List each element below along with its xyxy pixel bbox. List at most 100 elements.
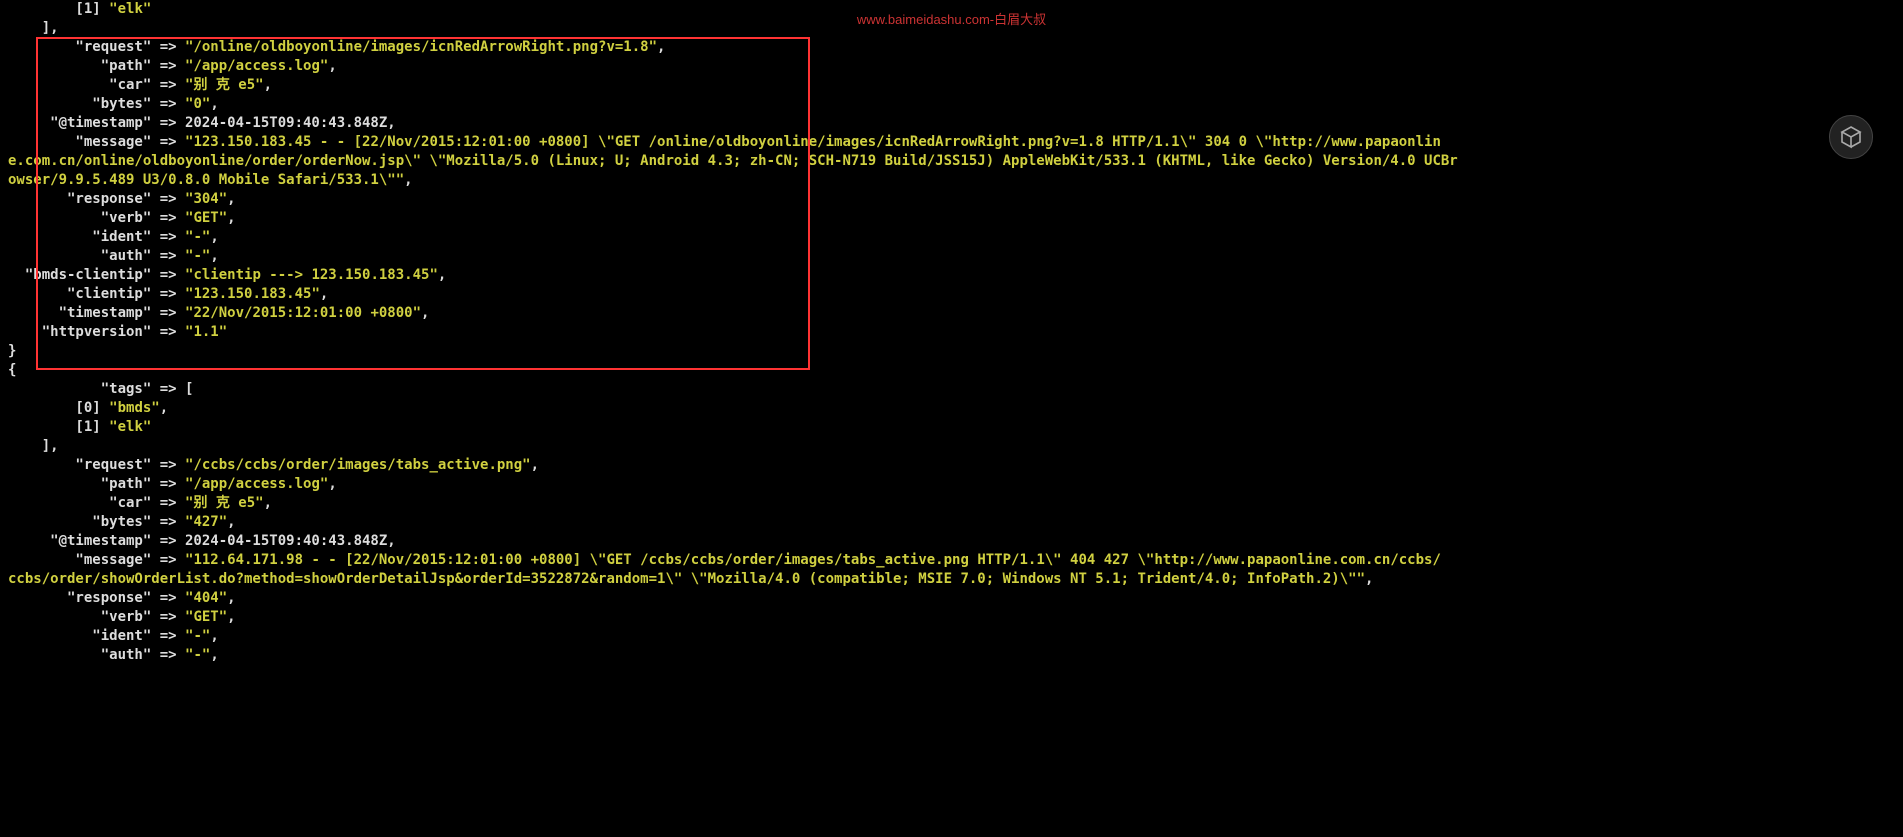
text-segment: "别 克 e5" <box>185 77 264 93</box>
cube-icon[interactable] <box>1829 115 1873 159</box>
text-segment: "GET" <box>185 210 227 226</box>
text-segment: , <box>1365 571 1373 587</box>
text-segment: owser/9.9.5.489 U3/0.8.0 Mobile Safari/5… <box>8 172 404 188</box>
terminal-line: "car" => "别 克 e5", <box>8 494 1895 513</box>
terminal-output: [1] "elk" ], "request" => "/online/oldbo… <box>0 0 1903 665</box>
text-segment: "tags" => [ <box>8 381 193 397</box>
text-segment: , <box>227 514 235 530</box>
text-segment: { <box>8 362 16 378</box>
text-segment: "/ccbs/ccbs/order/images/tabs_active.png… <box>185 457 531 473</box>
text-segment: "-" <box>185 647 210 663</box>
terminal-line: "@timestamp" => 2024-04-15T09:40:43.848Z… <box>8 532 1895 551</box>
terminal-line: "ident" => "-", <box>8 228 1895 247</box>
text-segment: "/app/access.log" <box>185 476 328 492</box>
text-segment: "/app/access.log" <box>185 58 328 74</box>
text-segment: "bmds-clientip" => <box>8 267 185 283</box>
terminal-line: "request" => "/ccbs/ccbs/order/images/ta… <box>8 456 1895 475</box>
text-segment: "message" => <box>8 134 185 150</box>
text-segment: "clientip ---> 123.150.183.45" <box>185 267 438 283</box>
text-segment: "1.1" <box>185 324 227 340</box>
terminal-line: "auth" => "-", <box>8 247 1895 266</box>
text-segment: , <box>227 590 235 606</box>
terminal-line: { <box>8 361 1895 380</box>
terminal-line: ccbs/order/showOrderList.do?method=showO… <box>8 570 1895 589</box>
text-segment: "-" <box>185 248 210 264</box>
terminal-line: "verb" => "GET", <box>8 608 1895 627</box>
text-segment: "别 克 e5" <box>185 495 264 511</box>
terminal-line: "request" => "/online/oldboyonline/image… <box>8 38 1895 57</box>
text-segment: "-" <box>185 628 210 644</box>
text-segment: "message" => <box>8 552 185 568</box>
text-segment: "car" => <box>8 77 185 93</box>
text-segment: "/online/oldboyonline/images/icnRedArrow… <box>185 39 657 55</box>
terminal-line: "response" => "404", <box>8 589 1895 608</box>
text-segment: "elk" <box>109 1 151 17</box>
text-segment: ccbs/order/showOrderList.do?method=showO… <box>8 571 1365 587</box>
text-segment: "304" <box>185 191 227 207</box>
text-segment: "verb" => <box>8 210 185 226</box>
text-segment: "-" <box>185 229 210 245</box>
text-segment: , <box>531 457 539 473</box>
text-segment: "timestamp" => <box>8 305 185 321</box>
text-segment: "response" => <box>8 191 185 207</box>
text-segment: "path" => <box>8 476 185 492</box>
text-segment: , <box>227 210 235 226</box>
text-segment: "request" => <box>8 39 185 55</box>
text-segment: , <box>160 400 168 416</box>
text-segment: "response" => <box>8 590 185 606</box>
terminal-line: "car" => "别 克 e5", <box>8 76 1895 95</box>
text-segment: "path" => <box>8 58 185 74</box>
text-segment: , <box>210 647 218 663</box>
text-segment: "22/Nov/2015:12:01:00 +0800" <box>185 305 421 321</box>
terminal-line: "clientip" => "123.150.183.45", <box>8 285 1895 304</box>
terminal-line: "bytes" => "427", <box>8 513 1895 532</box>
text-segment: , <box>421 305 429 321</box>
text-segment: , <box>210 248 218 264</box>
text-segment: "auth" => <box>8 647 185 663</box>
text-segment: "elk" <box>109 419 151 435</box>
text-segment: , <box>264 77 272 93</box>
text-segment: "404" <box>185 590 227 606</box>
text-segment: ], <box>8 20 59 36</box>
terminal-line: "bmds-clientip" => "clientip ---> 123.15… <box>8 266 1895 285</box>
text-segment: "bmds" <box>109 400 160 416</box>
text-segment: "ident" => <box>8 628 185 644</box>
terminal-line: [1] "elk" <box>8 418 1895 437</box>
terminal-line: "ident" => "-", <box>8 627 1895 646</box>
terminal-line: [0] "bmds", <box>8 399 1895 418</box>
text-segment: "httpversion" => <box>8 324 185 340</box>
text-segment: , <box>320 286 328 302</box>
terminal-line: "httpversion" => "1.1" <box>8 323 1895 342</box>
text-segment: "ident" => <box>8 229 185 245</box>
text-segment: , <box>210 229 218 245</box>
text-segment: [1] <box>8 1 109 17</box>
text-segment: "auth" => <box>8 248 185 264</box>
text-segment: , <box>227 609 235 625</box>
text-segment: ], <box>8 438 59 454</box>
text-segment: "427" <box>185 514 227 530</box>
terminal-line: "tags" => [ <box>8 380 1895 399</box>
text-segment: , <box>328 58 336 74</box>
text-segment: , <box>657 39 665 55</box>
terminal-line: e.com.cn/online/oldboyonline/order/order… <box>8 152 1895 171</box>
terminal-line: "timestamp" => "22/Nov/2015:12:01:00 +08… <box>8 304 1895 323</box>
text-segment: "0" <box>185 96 210 112</box>
text-segment: } <box>8 343 16 359</box>
terminal-line: owser/9.9.5.489 U3/0.8.0 Mobile Safari/5… <box>8 171 1895 190</box>
watermark-text: www.baimeidashu.com-白眉大叔 <box>857 10 1046 29</box>
text-segment: [0] <box>8 400 109 416</box>
text-segment: , <box>227 191 235 207</box>
terminal-line: "response" => "304", <box>8 190 1895 209</box>
terminal-line: ], <box>8 437 1895 456</box>
terminal-line: "path" => "/app/access.log", <box>8 475 1895 494</box>
terminal-line: "verb" => "GET", <box>8 209 1895 228</box>
text-segment: , <box>404 172 412 188</box>
terminal-line: "auth" => "-", <box>8 646 1895 665</box>
text-segment: , <box>438 267 446 283</box>
terminal-line: "message" => "123.150.183.45 - - [22/Nov… <box>8 133 1895 152</box>
text-segment: "123.150.183.45 - - [22/Nov/2015:12:01:0… <box>185 134 1441 150</box>
text-segment: "request" => <box>8 457 185 473</box>
text-segment: e.com.cn/online/oldboyonline/order/order… <box>8 153 1458 169</box>
text-segment: "112.64.171.98 - - [22/Nov/2015:12:01:00… <box>185 552 1441 568</box>
text-segment: "bytes" => <box>8 96 185 112</box>
